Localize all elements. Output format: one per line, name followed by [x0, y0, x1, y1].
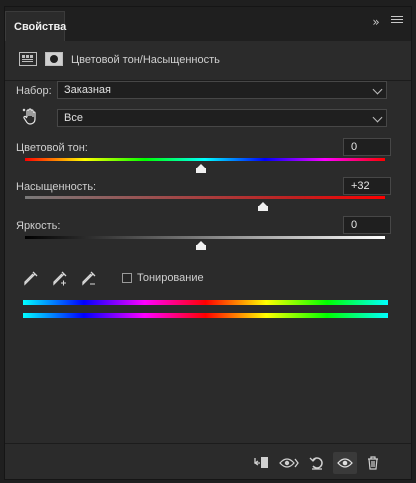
channel-dropdown[interactable]: Все — [57, 109, 387, 127]
saturation-slider-thumb[interactable] — [257, 202, 268, 211]
preset-label: Набор: — [16, 85, 52, 97]
lightness-slider-thumb[interactable] — [196, 241, 207, 250]
saturation-value-field[interactable]: +32 — [343, 177, 391, 195]
chevron-down-icon — [372, 84, 383, 95]
input-color-bar — [23, 300, 388, 305]
saturation-slider-track[interactable] — [25, 196, 385, 199]
saturation-label: Насыщенность: — [16, 181, 97, 193]
clip-to-layer-icon[interactable] — [249, 452, 273, 474]
targeted-adjustment-hand-icon[interactable] — [22, 108, 38, 126]
panel-tab-bar: Свойства » — [5, 7, 411, 41]
panel-footer — [5, 443, 411, 479]
output-color-bar — [23, 313, 388, 318]
colorize-checkbox[interactable] — [122, 273, 132, 283]
view-previous-state-icon[interactable] — [277, 452, 301, 474]
trash-icon[interactable] — [361, 452, 385, 474]
tab-properties[interactable]: Свойства — [5, 11, 66, 41]
adjustment-layer-icon[interactable] — [19, 52, 37, 66]
hue-label: Цветовой тон: — [16, 142, 88, 154]
properties-panel: Свойства » Цветовой тон/Насыщенность Наб… — [4, 6, 412, 480]
eyedropper-minus-icon[interactable] — [80, 269, 98, 287]
channel-value: Все — [64, 112, 83, 124]
panel-header: Цветовой тон/Насыщенность — [5, 41, 411, 81]
eyedropper-plus-icon[interactable] — [51, 269, 69, 287]
lightness-slider-track[interactable] — [25, 236, 385, 239]
panel-menu-icon[interactable] — [391, 16, 403, 26]
hue-slider-thumb[interactable] — [196, 164, 207, 173]
preset-value: Заказная — [64, 84, 112, 96]
eyedropper-icon[interactable] — [22, 269, 40, 287]
chevron-down-icon — [372, 112, 383, 123]
colorize-label: Тонирование — [137, 272, 204, 284]
lightness-value-field[interactable]: 0 — [343, 216, 391, 234]
preset-dropdown[interactable]: Заказная — [57, 81, 387, 99]
lightness-label: Яркость: — [16, 220, 61, 232]
reset-icon[interactable] — [305, 452, 329, 474]
layer-mask-icon[interactable] — [45, 52, 63, 66]
hue-value-field[interactable]: 0 — [343, 138, 391, 156]
visibility-eye-icon[interactable] — [333, 452, 357, 474]
collapse-panel-icon[interactable]: » — [369, 15, 383, 29]
adjustment-title: Цветовой тон/Насыщенность — [71, 54, 220, 66]
hue-slider-track[interactable] — [25, 158, 385, 161]
